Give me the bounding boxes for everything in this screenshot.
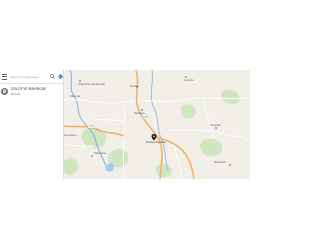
map-label[interactable]: Makarovka <box>214 161 226 164</box>
map-dot-icon <box>185 76 187 78</box>
road-shield-text: A-123 <box>143 116 148 119</box>
search-bar <box>1 72 63 81</box>
map-dot-icon <box>215 127 217 129</box>
map-label[interactable]: Borskoe <box>130 85 139 88</box>
road-shield: A-123 <box>141 115 149 119</box>
map-dot-icon <box>79 80 81 82</box>
map-label[interactable]: Kamenka <box>70 95 80 98</box>
map-canvas[interactable]: A-123 P-45 Vostochnye Orodnikovsky Kamen… <box>64 70 250 179</box>
map-label[interactable]: Sosnovka <box>210 124 221 127</box>
map-label[interactable]: Rayskoye <box>134 112 145 115</box>
side-panel: ZOLOTYE RAYSKOE Russia <box>0 70 64 179</box>
search-icon[interactable] <box>50 74 56 80</box>
map-label[interactable]: Kuznetsovo <box>64 134 77 137</box>
road-shield: P-45 <box>87 124 95 128</box>
map-label[interactable]: Zolotye Rayskoe <box>146 141 166 144</box>
directions-icon[interactable] <box>57 74 63 80</box>
maps-app: ZOLOTYE RAYSKOE Russia <box>0 70 250 179</box>
result-text: ZOLOTYE RAYSKOE Russia <box>11 87 46 96</box>
search-input[interactable] <box>10 73 49 80</box>
map-dot-icon <box>91 155 93 157</box>
road-shield-text: P-45 <box>89 126 93 128</box>
map-label[interactable]: Vostochnye Orodnikovsky <box>78 83 106 86</box>
search-result[interactable]: ZOLOTYE RAYSKOE Russia <box>0 87 63 98</box>
menu-icon[interactable] <box>2 73 8 80</box>
map-dot-icon <box>229 164 231 166</box>
map-label[interactable]: Pokrovskoe <box>94 152 107 155</box>
place-icon <box>1 88 8 95</box>
search-divider <box>0 83 64 84</box>
map-label[interactable]: Ivanovka <box>184 79 194 82</box>
map-dot-icon <box>141 109 143 111</box>
result-subtitle: Russia <box>11 91 21 96</box>
